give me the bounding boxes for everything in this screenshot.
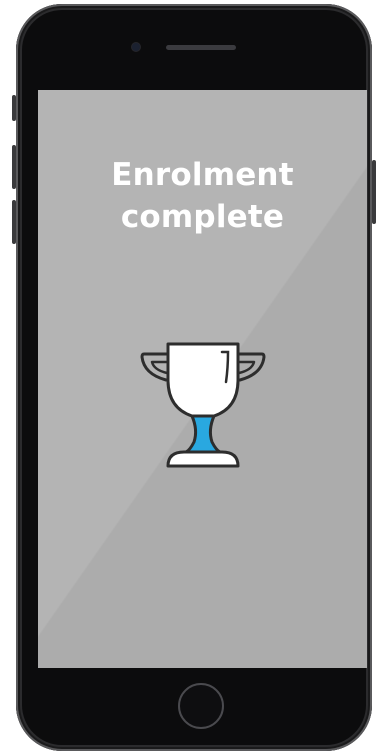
home-button[interactable] bbox=[178, 683, 224, 729]
earpiece-speaker bbox=[166, 45, 236, 50]
enrolment-title: Enrolment complete bbox=[38, 154, 367, 238]
phone-screen: Enrolment complete bbox=[38, 90, 367, 668]
stage: Enrolment complete bbox=[0, 0, 376, 755]
front-camera-icon bbox=[132, 43, 140, 51]
title-line-1: Enrolment bbox=[111, 157, 294, 193]
trophy-icon bbox=[140, 342, 266, 468]
power-button bbox=[372, 160, 376, 224]
title-line-2: complete bbox=[120, 199, 285, 235]
